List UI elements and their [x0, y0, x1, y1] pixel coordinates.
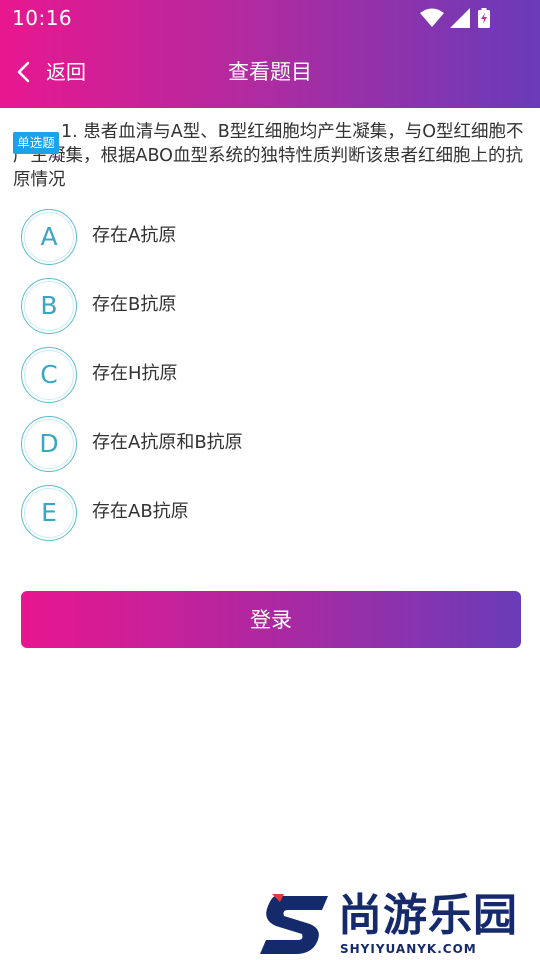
login-button[interactable]: 登录: [21, 591, 521, 648]
logo-s-icon: [260, 894, 328, 954]
option-label: 存在B抗原: [92, 294, 177, 315]
option-label: 存在A抗原和B抗原: [92, 432, 243, 453]
option-e[interactable]: E 存在AB抗原: [21, 484, 521, 553]
watermark-url: SHYIYUANYK.COM: [340, 942, 477, 956]
option-label: 存在H抗原: [92, 363, 178, 384]
question-text: 1. 患者血清与A型、B型红细胞均产生凝集，与O型红细胞不产生凝集，根据ABO血…: [13, 120, 525, 192]
option-label: 存在A抗原: [92, 225, 177, 246]
option-a[interactable]: A 存在A抗原: [21, 208, 521, 277]
option-letter: E: [21, 485, 77, 541]
wifi-icon: [420, 8, 444, 27]
status-time: 10:16: [12, 6, 73, 30]
battery-icon: [478, 8, 490, 28]
watermark-logo: 尚游乐园 SHYIYUANYK.COM: [258, 890, 540, 960]
watermark-name: 尚游乐园: [338, 890, 518, 941]
app-header: 10:16 返回 查看题目: [0, 0, 540, 108]
status-bar: 10:16: [0, 0, 540, 36]
navbar: 返回 查看题目: [0, 36, 540, 108]
option-label: 存在AB抗原: [92, 501, 189, 522]
signal-icon: [450, 8, 470, 28]
option-letter: D: [21, 416, 77, 472]
page-title: 查看题目: [228, 60, 312, 84]
options-list: A 存在A抗原 B 存在B抗原 C 存在H抗原 D 存在A抗原和B抗原 E 存在…: [21, 208, 521, 553]
option-c[interactable]: C 存在H抗原: [21, 346, 521, 415]
question-type-badge: 单选题: [13, 132, 59, 154]
option-letter: A: [21, 209, 77, 265]
option-d[interactable]: D 存在A抗原和B抗原: [21, 415, 521, 484]
question-body: 1. 患者血清与A型、B型红细胞均产生凝集，与O型红细胞不产生凝集，根据ABO血…: [13, 122, 524, 190]
status-icons: [420, 8, 500, 28]
option-letter: B: [21, 278, 77, 334]
option-letter: C: [21, 347, 77, 403]
option-b[interactable]: B 存在B抗原: [21, 277, 521, 346]
